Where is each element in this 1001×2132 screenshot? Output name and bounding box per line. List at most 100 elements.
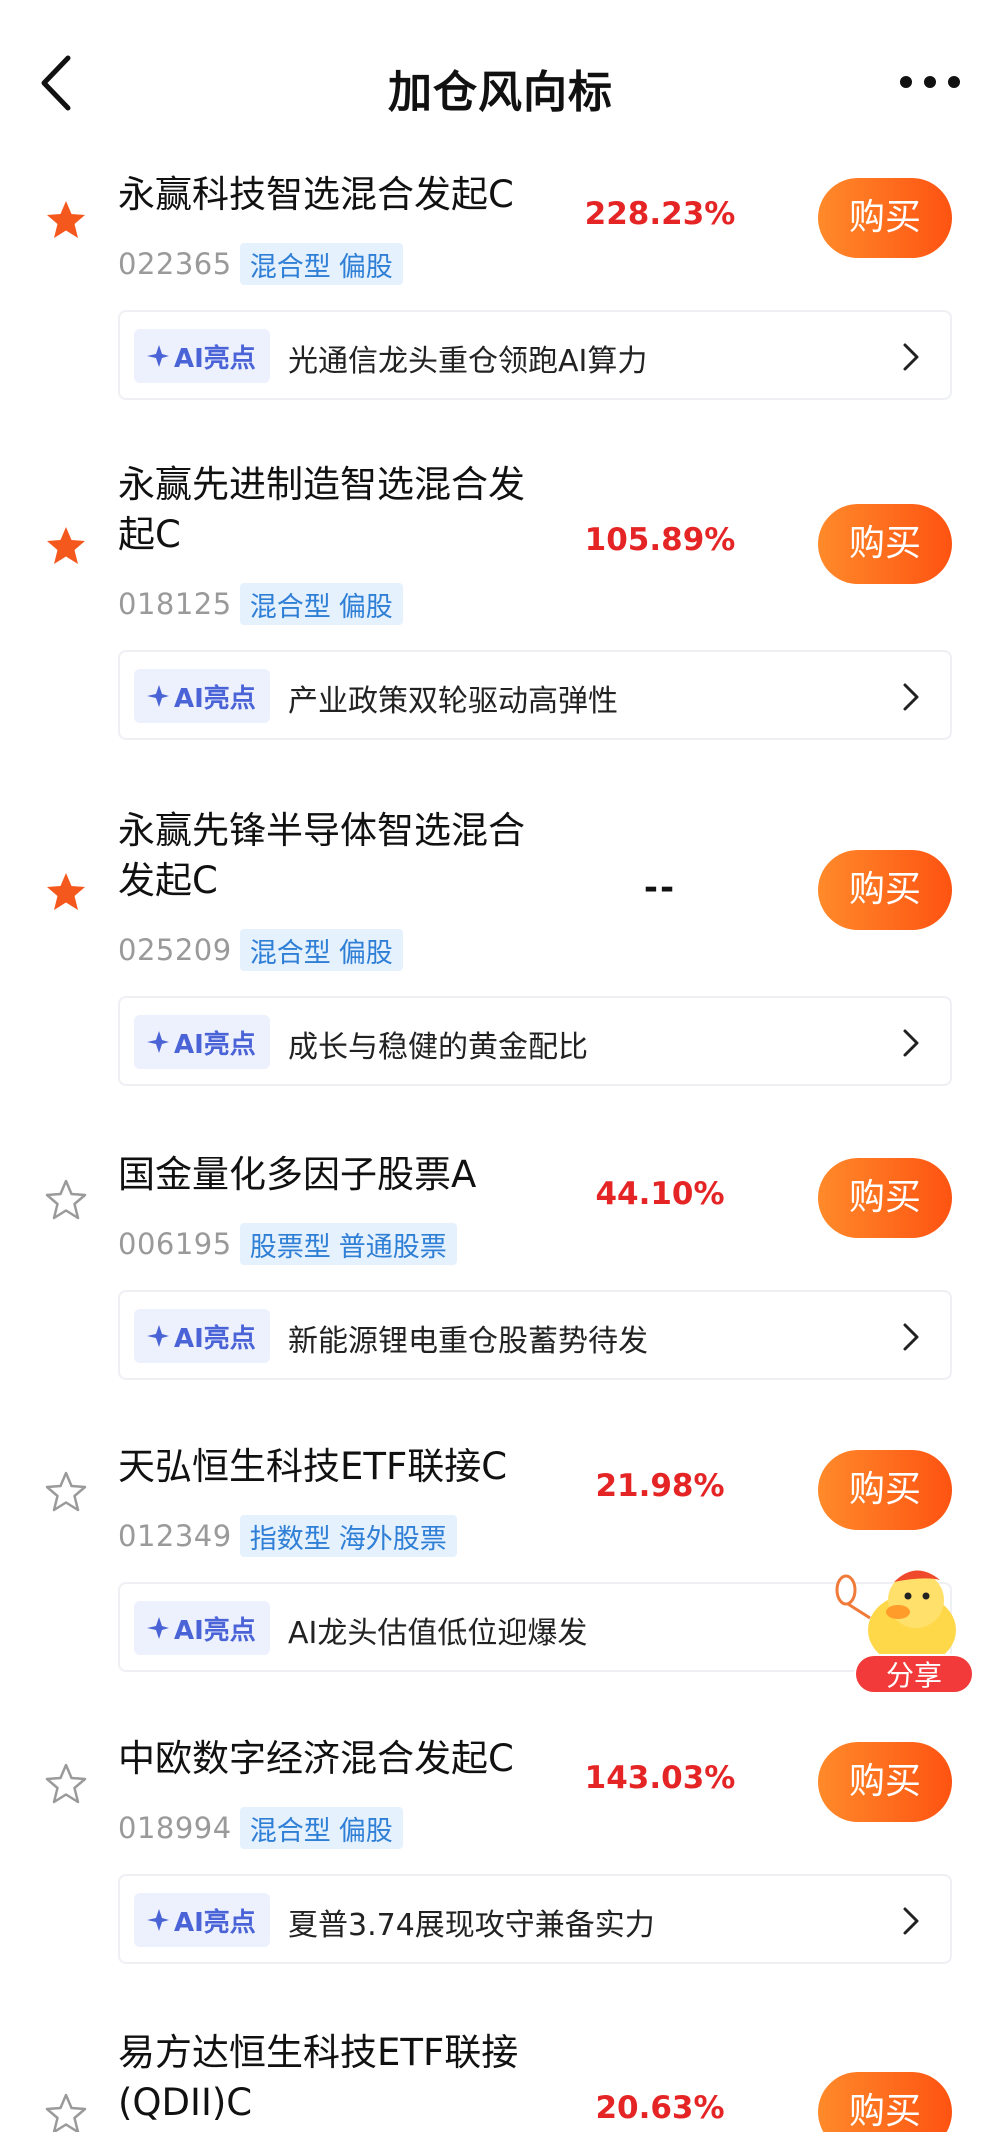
fund-tag: 偏股	[338, 591, 393, 623]
fund-meta: 025209 混合型 偏股	[118, 928, 403, 972]
buy-button[interactable]: 购买	[818, 1742, 952, 1822]
buy-button[interactable]: 购买	[818, 504, 952, 584]
ai-highlight-card[interactable]: AI亮点 AI龙头估值低位迎爆发	[118, 1582, 952, 1672]
fund-tags: 混合型 偏股	[239, 243, 403, 285]
fund-name[interactable]: 国金量化多因子股票A	[118, 1150, 578, 1200]
fund-name[interactable]: 天弘恒生科技ETF联接C	[118, 1442, 578, 1492]
fund-return: 228.23%	[584, 196, 736, 232]
sparkle-icon	[147, 685, 169, 707]
fund-name[interactable]: 中欧数字经济混合发起C	[118, 1734, 578, 1784]
ai-highlight-card[interactable]: AI亮点 新能源锂电重仓股蓄势待发	[118, 1290, 952, 1380]
fund-code: 025209	[118, 933, 232, 967]
ai-badge: AI亮点	[134, 1893, 270, 1947]
fund-name-line: 永赢先锋半导体智选混合	[118, 809, 525, 852]
fund-return: 20.63%	[595, 2090, 725, 2126]
ai-badge: AI亮点	[134, 669, 270, 723]
ai-highlight-text: 夏普3.74展现攻守兼备实力	[288, 1908, 655, 1943]
ai-badge-label: AI亮点	[174, 1323, 256, 1354]
ai-badge: AI亮点	[134, 1309, 270, 1363]
sparkle-icon	[147, 1909, 169, 1931]
fund-meta: 018994 混合型 偏股	[118, 1806, 403, 1850]
chevron-right-icon	[903, 1029, 919, 1057]
fund-tags: 混合型 偏股	[239, 929, 403, 971]
ai-badge-label: AI亮点	[174, 1615, 256, 1646]
fund-code: 018125	[118, 587, 232, 621]
fund-code: 006195	[118, 1227, 232, 1261]
sparkle-icon	[147, 1617, 169, 1639]
share-label: 分享	[854, 1654, 974, 1694]
more-dot-icon	[924, 76, 936, 88]
fund-tag: 偏股	[338, 937, 393, 969]
star-filled-icon[interactable]	[44, 524, 88, 568]
fund-meta: 012349 指数型 海外股票	[118, 1514, 457, 1558]
star-outline-icon[interactable]	[44, 1762, 88, 1806]
ai-highlight-card[interactable]: AI亮点 产业政策双轮驱动高弹性	[118, 650, 952, 740]
page-title: 加仓风向标	[388, 67, 613, 118]
ai-highlight-text: 新能源锂电重仓股蓄势待发	[288, 1324, 648, 1359]
buy-button[interactable]: 购买	[818, 1450, 952, 1530]
fund-meta: 022365 混合型 偏股	[118, 242, 403, 286]
star-outline-icon[interactable]	[44, 1470, 88, 1514]
ai-badge-label: AI亮点	[174, 1029, 256, 1060]
fund-meta: 006195 股票型 普通股票	[118, 1222, 457, 1266]
fund-tag: 混合型	[249, 251, 331, 283]
ai-badge-label: AI亮点	[174, 1907, 256, 1938]
fund-return: --	[643, 868, 677, 908]
fund-name-line: 永赢先进制造智选混合发	[118, 463, 525, 506]
fund-return: 143.03%	[584, 1760, 736, 1796]
ai-highlight-card[interactable]: AI亮点 光通信龙头重仓领跑AI算力	[118, 310, 952, 400]
fund-return: 105.89%	[584, 522, 736, 558]
sparkle-icon	[147, 1031, 169, 1053]
fund-tag: 普通股票	[338, 1231, 447, 1263]
buy-button[interactable]: 购买	[818, 1158, 952, 1238]
buy-button[interactable]: 购买	[818, 2072, 952, 2132]
star-outline-icon[interactable]	[44, 1178, 88, 1222]
ai-highlight-card[interactable]: AI亮点 成长与稳健的黄金配比	[118, 996, 952, 1086]
ai-highlight-text: 成长与稳健的黄金配比	[288, 1030, 588, 1065]
fund-name[interactable]: 永赢先锋半导体智选混合 发起C	[118, 806, 578, 906]
header: 加仓风向标	[0, 0, 1001, 165]
more-button[interactable]	[900, 70, 960, 94]
more-dot-icon	[900, 76, 912, 88]
fund-tags: 股票型 普通股票	[239, 1223, 457, 1265]
fund-name-line: 发起C	[118, 859, 218, 902]
fund-meta: 018125 混合型 偏股	[118, 582, 403, 626]
sparkle-icon	[147, 1325, 169, 1347]
ai-highlight-text: AI龙头估值低位迎爆发	[288, 1616, 588, 1651]
star-outline-icon[interactable]	[44, 2092, 88, 2132]
fund-tag: 偏股	[338, 1815, 393, 1847]
fund-name[interactable]: 永赢科技智选混合发起C	[118, 170, 578, 220]
ai-badge: AI亮点	[134, 1015, 270, 1069]
fund-tag: 混合型	[249, 937, 331, 969]
buy-button[interactable]: 购买	[818, 850, 952, 930]
chevron-right-icon	[903, 343, 919, 371]
ai-badge: AI亮点	[134, 1601, 270, 1655]
fund-tag: 股票型	[249, 1231, 331, 1263]
fund-return: 21.98%	[595, 1468, 725, 1504]
fund-name[interactable]: 永赢先进制造智选混合发 起C	[118, 460, 578, 560]
more-dot-icon	[948, 76, 960, 88]
fund-code: 012349	[118, 1519, 232, 1553]
ai-badge-label: AI亮点	[174, 683, 256, 714]
fund-tag: 混合型	[249, 591, 331, 623]
ai-highlight-text: 产业政策双轮驱动高弹性	[288, 684, 618, 719]
ai-badge: AI亮点	[134, 329, 270, 383]
fund-tag: 混合型	[249, 1815, 331, 1847]
buy-button[interactable]: 购买	[818, 178, 952, 258]
fund-tags: 指数型 海外股票	[239, 1515, 457, 1557]
fund-return: 44.10%	[595, 1176, 725, 1212]
ai-highlight-text: 光通信龙头重仓领跑AI算力	[288, 344, 648, 379]
share-float-button[interactable]: 分享	[834, 1560, 976, 1700]
fund-tag: 指数型	[249, 1523, 331, 1555]
fund-code: 022365	[118, 247, 232, 281]
fund-name[interactable]: 易方达恒生科技ETF联接 (QDII)C	[118, 2028, 578, 2128]
ai-highlight-card[interactable]: AI亮点 夏普3.74展现攻守兼备实力	[118, 1874, 952, 1964]
fund-tag: 偏股	[338, 251, 393, 283]
star-filled-icon[interactable]	[44, 198, 88, 242]
chevron-right-icon	[903, 1907, 919, 1935]
fund-name-line: 国金量化多因子股票A	[118, 1153, 477, 1196]
sparkle-icon	[147, 345, 169, 367]
fund-tags: 混合型 偏股	[239, 583, 403, 625]
ai-badge-label: AI亮点	[174, 343, 256, 374]
star-filled-icon[interactable]	[44, 870, 88, 914]
